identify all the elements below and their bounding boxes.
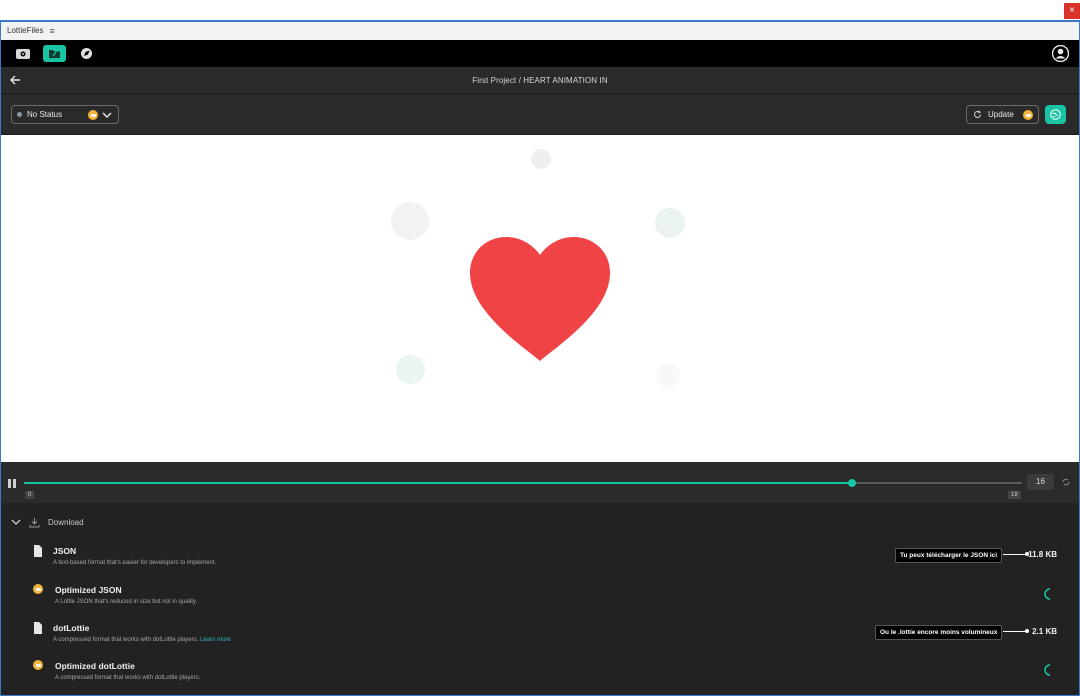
row-description-text: A compressed format that works with dotL… — [53, 637, 199, 643]
projects-button[interactable] — [43, 45, 66, 62]
update-button[interactable]: Update — [966, 105, 1039, 124]
playback-bar: 0 19 16 — [1, 462, 1079, 503]
discover-button[interactable] — [75, 45, 98, 62]
breadcrumb: First Project / HEART ANIMATION IN — [472, 75, 608, 85]
row-title: Optimized JSON — [55, 585, 122, 595]
pause-icon — [13, 479, 16, 488]
bubble-decoration — [656, 363, 680, 387]
preview-icon — [15, 48, 30, 59]
menu-icon[interactable]: ≡ — [49, 22, 54, 40]
back-arrow-icon[interactable] — [9, 74, 21, 86]
chevron-down-icon — [102, 112, 112, 118]
animation-canvas — [1, 135, 1079, 462]
timeline-track[interactable] — [24, 479, 1022, 487]
status-label: No Status — [27, 110, 63, 119]
row-description: A compressed format that works with dotL… — [55, 675, 201, 681]
folder-icon — [49, 50, 60, 58]
share-button[interactable] — [1045, 105, 1066, 124]
crown-icon — [88, 110, 98, 120]
current-frame-input[interactable]: 16 — [1027, 474, 1054, 490]
action-bar: No Status Update — [1, 94, 1079, 135]
heart-animation — [470, 237, 610, 361]
desktop-strip — [0, 0, 1080, 20]
nav-bar: First Project / HEART ANIMATION IN — [1, 67, 1079, 94]
status-dropdown[interactable]: No Status — [11, 105, 119, 124]
app-title: LottieFiles — [7, 26, 44, 35]
row-title: JSON — [53, 546, 77, 556]
start-frame-label: 0 — [25, 491, 35, 499]
compass-icon — [81, 48, 92, 59]
download-row-optimized-dotlottie[interactable]: Optimized dotLottie A compressed format … — [33, 660, 1073, 694]
end-frame-label: 19 — [1008, 491, 1021, 499]
loading-spinner-icon — [1044, 588, 1051, 600]
annotation-dotlottie: Ou le .lottie encore moins volumineux — [875, 625, 1003, 640]
learn-more-link[interactable]: Learn more — [200, 637, 231, 643]
file-icon — [34, 545, 42, 557]
download-row-optimized-json[interactable]: Optimized JSON A Lottie JSON that's redu… — [33, 584, 1073, 618]
file-icon — [34, 622, 42, 634]
row-title: dotLottie — [53, 623, 90, 633]
loop-icon[interactable] — [1061, 477, 1071, 487]
window-close-button[interactable]: × — [1064, 3, 1080, 19]
crown-icon — [33, 660, 43, 670]
pause-icon — [8, 479, 11, 488]
timeline-handle[interactable] — [848, 479, 857, 487]
annotation-json: Tu peux télécharger le JSON ici — [895, 548, 1003, 563]
download-title: Download — [48, 518, 84, 527]
crown-icon — [33, 584, 43, 594]
file-size: 2.1 KB — [1032, 627, 1057, 636]
toolbar — [1, 40, 1079, 67]
bubble-decoration — [655, 208, 685, 238]
bubble-decoration — [391, 202, 429, 240]
crown-icon — [1023, 110, 1033, 120]
row-description: A Lottie JSON that's reduced in size but… — [55, 599, 198, 605]
annotation-arrow — [1003, 552, 1029, 556]
annotation-arrow — [1003, 629, 1029, 633]
loading-spinner-icon — [1044, 664, 1051, 676]
update-label: Update — [988, 110, 1014, 119]
row-description: A compressed format that works with dotL… — [53, 637, 231, 643]
bubble-decoration — [531, 149, 551, 169]
refresh-icon — [974, 110, 981, 118]
timeline-progress — [24, 482, 853, 484]
status-dot — [17, 112, 22, 117]
pause-button[interactable] — [8, 479, 16, 488]
download-header[interactable]: Download — [11, 517, 84, 528]
app-window: LottieFiles ≡ First Project / HEART ANIM… — [0, 20, 1080, 696]
download-panel: Download JSON A text-based format that's… — [1, 503, 1079, 695]
row-description: A text-based format that's easier for de… — [53, 560, 217, 566]
bubble-decoration — [396, 355, 425, 384]
download-icon — [29, 518, 40, 528]
title-bar: LottieFiles ≡ — [1, 22, 1079, 40]
row-title: Optimized dotLottie — [55, 661, 135, 671]
chevron-down-icon — [11, 519, 21, 525]
preview-button[interactable] — [11, 45, 34, 62]
globe-icon — [1050, 109, 1061, 120]
file-size: 11.8 KB — [1028, 550, 1057, 559]
user-avatar-icon[interactable] — [1052, 45, 1069, 62]
